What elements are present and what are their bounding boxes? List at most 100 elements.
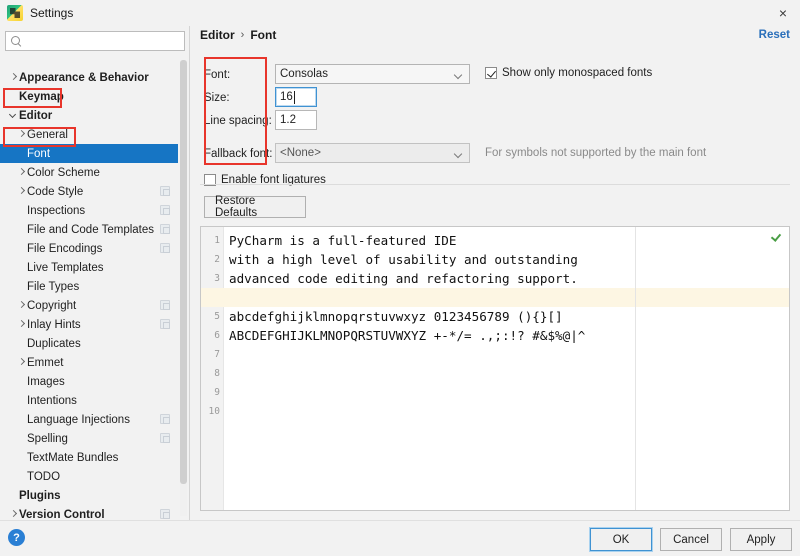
fallback-font-value: <None> bbox=[280, 147, 321, 159]
fallback-font-row: Fallback font: bbox=[204, 143, 272, 165]
sidebar-item-todo[interactable]: TODO bbox=[0, 467, 178, 486]
chevron-down-icon[interactable] bbox=[8, 110, 19, 121]
title-bar: Settings × bbox=[0, 0, 800, 26]
sidebar-item-intentions[interactable]: Intentions bbox=[0, 391, 178, 410]
sidebar-item-label: Font bbox=[27, 148, 50, 160]
sidebar-item-inlay-hints[interactable]: Inlay Hints bbox=[0, 315, 178, 334]
font-family-dropdown[interactable]: Consolas bbox=[275, 64, 470, 84]
chevron-right-icon[interactable] bbox=[8, 72, 19, 83]
font-family-value: Consolas bbox=[280, 68, 328, 80]
chevron-right-icon[interactable] bbox=[16, 300, 27, 311]
search-input[interactable] bbox=[23, 33, 180, 49]
font-preview-editor[interactable]: 12345678910 PyCharm is a full-featured I… bbox=[200, 226, 790, 511]
tree-spacer bbox=[16, 414, 27, 425]
line-spacing-value: 1.2 bbox=[280, 114, 296, 126]
chevron-right-icon[interactable] bbox=[16, 186, 27, 197]
sidebar-item-appearance-behavior[interactable]: Appearance & Behavior bbox=[0, 68, 178, 87]
tree-spacer bbox=[16, 452, 27, 463]
sidebar-item-duplicates[interactable]: Duplicates bbox=[0, 334, 178, 353]
sidebar-item-label: Editor bbox=[19, 110, 52, 122]
show-monospaced-row[interactable]: Show only monospaced fonts bbox=[485, 67, 652, 79]
sidebar-item-file-and-code-templates[interactable]: File and Code Templates bbox=[0, 220, 178, 239]
chevron-down-icon bbox=[455, 151, 462, 158]
sidebar-item-copyright[interactable]: Copyright bbox=[0, 296, 178, 315]
sidebar-item-label: Emmet bbox=[27, 357, 63, 369]
chevron-right-icon[interactable] bbox=[16, 167, 27, 178]
sidebar-item-label: Images bbox=[27, 376, 65, 388]
show-monospaced-checkbox[interactable] bbox=[485, 67, 497, 79]
sidebar-item-label: Spelling bbox=[27, 433, 68, 445]
sidebar-item-label: Appearance & Behavior bbox=[19, 72, 149, 84]
line-number: 10 bbox=[209, 402, 220, 421]
restore-defaults-button[interactable]: Restore Defaults bbox=[204, 196, 306, 218]
config-badge-icon bbox=[160, 243, 170, 253]
settings-sidebar: Appearance & Behavior Keymap Editor General… bbox=[0, 26, 190, 520]
green-check-icon[interactable] bbox=[772, 230, 783, 241]
preview-code-line: PyCharm is a full-featured IDE bbox=[229, 231, 456, 250]
line-number: 5 bbox=[214, 307, 220, 326]
sidebar-item-version-control[interactable]: Version Control bbox=[0, 505, 178, 520]
sidebar-item-language-injections[interactable]: Language Injections bbox=[0, 410, 178, 429]
preview-code-line: abcdefghijklmnopqrstuvwxyz 0123456789 ()… bbox=[229, 307, 563, 326]
sidebar-item-general[interactable]: General bbox=[0, 125, 178, 144]
tree-spacer bbox=[16, 243, 27, 254]
chevron-right-icon[interactable] bbox=[16, 357, 27, 368]
settings-tree[interactable]: Appearance & Behavior Keymap Editor General… bbox=[0, 56, 178, 520]
line-number: 9 bbox=[214, 383, 220, 402]
chevron-down-icon bbox=[455, 72, 462, 79]
breadcrumb-parent[interactable]: Editor bbox=[200, 28, 235, 42]
dialog-actions: OK Cancel Apply bbox=[590, 528, 792, 551]
preview-code-line: advanced code editing and refactoring su… bbox=[229, 269, 578, 288]
sidebar-item-live-templates[interactable]: Live Templates bbox=[0, 258, 178, 277]
sidebar-item-emmet[interactable]: Emmet bbox=[0, 353, 178, 372]
apply-button[interactable]: Apply bbox=[730, 528, 792, 551]
tree-spacer bbox=[8, 91, 19, 102]
sidebar-item-file-encodings[interactable]: File Encodings bbox=[0, 239, 178, 258]
tree-spacer bbox=[16, 205, 27, 216]
cancel-button[interactable]: Cancel bbox=[660, 528, 722, 551]
tree-spacer bbox=[8, 490, 19, 501]
sidebar-item-color-scheme[interactable]: Color Scheme bbox=[0, 163, 178, 182]
chevron-right-icon[interactable] bbox=[16, 319, 27, 330]
chevron-right-icon[interactable] bbox=[16, 129, 27, 140]
sidebar-item-spelling[interactable]: Spelling bbox=[0, 429, 178, 448]
font-size-value: 16 bbox=[280, 91, 293, 103]
config-badge-icon bbox=[160, 300, 170, 310]
line-spacing-label: Line spacing: bbox=[204, 115, 272, 127]
fallback-font-dropdown[interactable]: <None> bbox=[275, 143, 470, 163]
line-number: 1 bbox=[214, 231, 220, 250]
sidebar-item-label: Inspections bbox=[27, 205, 85, 217]
ok-button[interactable]: OK bbox=[590, 528, 652, 551]
sidebar-item-images[interactable]: Images bbox=[0, 372, 178, 391]
line-number: 6 bbox=[214, 326, 220, 345]
sidebar-item-file-types[interactable]: File Types bbox=[0, 277, 178, 296]
sidebar-item-plugins[interactable]: Plugins bbox=[0, 486, 178, 505]
sidebar-item-code-style[interactable]: Code Style bbox=[0, 182, 178, 201]
help-icon[interactable]: ? bbox=[8, 529, 25, 546]
sidebar-item-label: Color Scheme bbox=[27, 167, 100, 179]
sidebar-item-inspections[interactable]: Inspections bbox=[0, 201, 178, 220]
sidebar-item-textmate-bundles[interactable]: TextMate Bundles bbox=[0, 448, 178, 467]
line-spacing-input[interactable]: 1.2 bbox=[275, 110, 317, 130]
chevron-right-icon[interactable] bbox=[8, 509, 19, 520]
sidebar-scrollbar-thumb[interactable] bbox=[180, 60, 187, 484]
sidebar-item-label: File Types bbox=[27, 281, 79, 293]
sidebar-item-label: Language Injections bbox=[27, 414, 130, 426]
tree-spacer bbox=[16, 376, 27, 387]
show-monospaced-label: Show only monospaced fonts bbox=[502, 67, 652, 79]
sidebar-item-editor[interactable]: Editor bbox=[0, 106, 178, 125]
sidebar-item-label: Copyright bbox=[27, 300, 76, 312]
breadcrumb-separator-icon: › bbox=[241, 29, 245, 41]
editor-code-area[interactable]: PyCharm is a full-featured IDEwith a hig… bbox=[225, 227, 789, 510]
sidebar-item-keymap[interactable]: Keymap bbox=[0, 87, 178, 106]
search-box[interactable] bbox=[5, 31, 185, 51]
font-size-input[interactable]: 16 bbox=[275, 87, 317, 107]
tree-spacer bbox=[16, 148, 27, 159]
sidebar-item-font[interactable]: Font bbox=[0, 144, 178, 163]
config-badge-icon bbox=[160, 224, 170, 234]
config-badge-icon bbox=[160, 509, 170, 519]
config-badge-icon bbox=[160, 205, 170, 215]
reset-link[interactable]: Reset bbox=[759, 29, 790, 41]
sidebar-scrollbar[interactable] bbox=[180, 60, 187, 516]
close-icon[interactable]: × bbox=[766, 0, 800, 26]
